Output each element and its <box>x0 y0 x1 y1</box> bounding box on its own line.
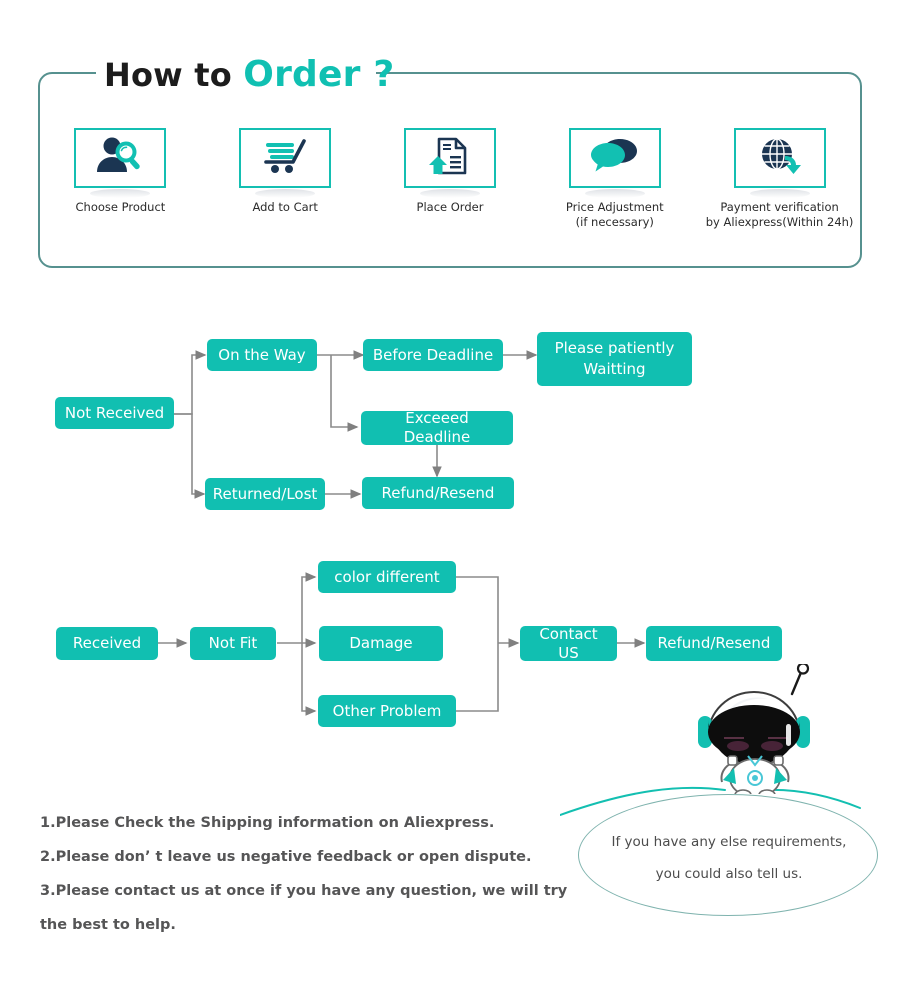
step-label: Payment verification by Aliexpress(Withi… <box>706 200 854 230</box>
astronaut-mascot-icon <box>698 664 810 794</box>
node-returned-lost[interactable]: Returned/Lost <box>205 478 325 510</box>
step-icon-box <box>733 128 826 188</box>
step-label-line2: (if necessary) <box>575 215 654 229</box>
node-label: Before Deadline <box>372 345 494 364</box>
node-label: Contact US <box>539 624 598 662</box>
notes-list: 1.Please Check the Shipping information … <box>40 806 600 942</box>
person-search-icon <box>95 135 145 181</box>
step-label-line1: Choose Product <box>75 200 166 214</box>
page-title-accent: Order ? <box>243 54 395 95</box>
bubble-line-1: If you have any else requirements, <box>611 834 847 850</box>
step-choose-product: Choose Product <box>38 128 202 215</box>
step-label-line1: Payment verification <box>720 200 839 214</box>
right-collector-bus <box>456 576 499 712</box>
node-not-fit[interactable]: Not Fit <box>190 627 276 660</box>
node-before-deadline[interactable]: Before Deadline <box>363 339 503 371</box>
step-price-adjustment: Price Adjustment (if necessary) <box>533 128 697 230</box>
note-line-3: 3.Please contact us at once if you have … <box>40 883 568 899</box>
node-exceeed-deadline[interactable]: Exceeed Deadline <box>361 409 513 446</box>
node-label: Please patiently Waitting <box>554 339 675 378</box>
shopping-cart-icon <box>260 135 310 181</box>
step-label-line2: by Aliexpress(Within 24h) <box>705 215 854 229</box>
node-on-the-way[interactable]: On the Way <box>207 339 317 371</box>
requirements-bubble-text: If you have any else requirements, you c… <box>586 826 872 890</box>
node-please-patiently-waitting[interactable]: Please patiently Waitting <box>537 332 692 386</box>
node-label: Not Fit <box>208 634 258 652</box>
document-upload-icon <box>426 135 474 181</box>
step-icon-box <box>403 128 496 188</box>
step-label: Price Adjustment (if necessary) <box>566 200 664 230</box>
step-label-line1: Place Order <box>416 200 484 214</box>
step-label: Place Order <box>417 200 484 215</box>
node-label: Refund/Resend <box>381 483 495 502</box>
page-title: How to Order ? <box>104 52 394 98</box>
node-label: Received <box>72 634 142 652</box>
step-payment-verification: Payment verification by Aliexpress(Withi… <box>698 128 862 230</box>
icon-reflection <box>584 189 645 198</box>
step-place-order: Place Order <box>368 128 532 215</box>
node-label: Refund/Resend <box>657 634 771 652</box>
step-add-to-cart: Add to Cart <box>203 128 367 215</box>
node-refund-resend[interactable]: Refund/Resend <box>362 477 514 509</box>
node-label: On the Way <box>218 345 306 364</box>
step-icon-box <box>74 128 167 188</box>
icon-reflection <box>255 189 316 198</box>
node-contact-us[interactable]: Contact US <box>520 624 617 662</box>
node-label: Returned/Lost <box>212 484 318 503</box>
icon-reflection <box>419 189 480 198</box>
note-line-4: the best to help. <box>40 917 176 933</box>
step-icon-box <box>239 128 332 188</box>
speech-bubbles-icon <box>590 136 640 180</box>
node-damage[interactable]: Damage <box>319 626 443 661</box>
step-label: Choose Product <box>76 200 166 215</box>
node-refund-resend-2[interactable]: Refund/Resend <box>646 626 782 661</box>
step-label-line1: Add to Cart <box>252 200 318 214</box>
how-to-order-banner: How to Order ? Choose Product Add to Car… <box>0 0 900 1000</box>
bubble-line-2: you could also tell us. <box>655 866 803 882</box>
step-label: Add to Cart <box>252 200 317 215</box>
order-steps-row: Choose Product Add to Cart Place Order P… <box>38 128 862 258</box>
flowchart-not-received: Not Received On the Way Returned/Lost Be… <box>0 318 900 528</box>
icon-reflection <box>90 189 151 198</box>
node-received[interactable]: Received <box>56 627 158 660</box>
note-line-2: 2.Please don’ t leave us negative feedba… <box>40 849 532 865</box>
node-other-problem[interactable]: Other Problem <box>318 695 456 727</box>
node-label: Damage <box>349 634 413 652</box>
step-label-line1: Price Adjustment <box>565 200 664 214</box>
node-not-received[interactable]: Not Received <box>55 397 174 429</box>
icon-reflection <box>749 189 810 198</box>
page-title-plain: How to <box>104 56 244 94</box>
node-color-different[interactable]: color different <box>318 561 456 593</box>
node-label: Not Received <box>64 403 165 422</box>
step-icon-box <box>568 128 661 188</box>
node-label: Other Problem <box>332 701 442 720</box>
globe-arrow-icon <box>756 135 804 181</box>
note-line-1: 1.Please Check the Shipping information … <box>40 815 495 831</box>
node-label: color different <box>334 567 440 586</box>
node-label: Exceeed Deadline <box>403 409 471 446</box>
